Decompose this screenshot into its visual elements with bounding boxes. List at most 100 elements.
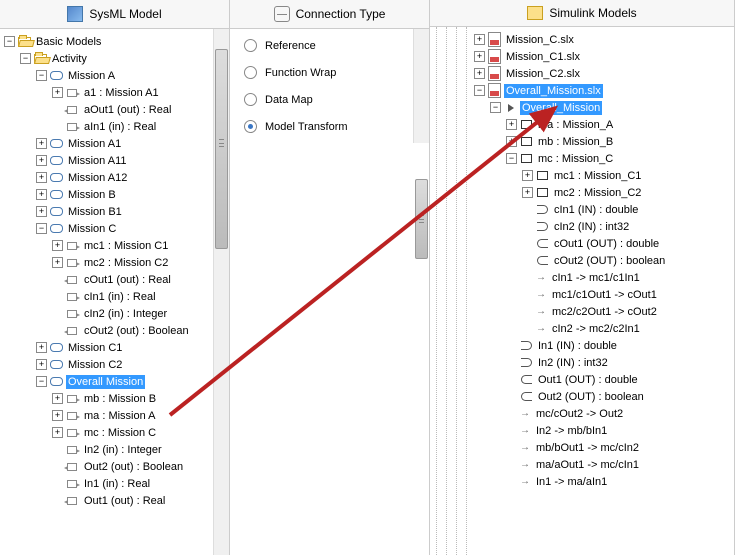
expand-icon[interactable]: +	[52, 410, 63, 421]
node-label[interactable]: cOut1 (OUT) : double	[552, 237, 661, 251]
node-label[interactable]: In1 (IN) : double	[536, 339, 619, 353]
tree-node[interactable]: +mc1 : Mission_C1	[474, 167, 734, 184]
expand-icon[interactable]: +	[36, 155, 47, 166]
expand-icon[interactable]: +	[474, 34, 485, 45]
tree-node[interactable]: →mc1/c1Out1 -> cOut1	[474, 286, 734, 303]
node-label[interactable]: Overall_Mission.slx	[504, 84, 603, 98]
tree-node[interactable]: Out2 (OUT) : boolean	[474, 388, 734, 405]
expand-icon[interactable]: +	[36, 342, 47, 353]
node-label[interactable]: Mission A	[66, 69, 117, 83]
tree-node[interactable]: −Activity	[4, 50, 229, 67]
node-label[interactable]: cIn2 -> mc2/c2In1	[550, 322, 642, 336]
tree-node[interactable]: →mc/cOut2 -> Out2	[474, 405, 734, 422]
expand-icon[interactable]: +	[522, 187, 533, 198]
tree-node[interactable]: →cIn2 -> mc2/c2In1	[474, 320, 734, 337]
tree-node[interactable]: →In2 -> mb/bIn1	[474, 422, 734, 439]
tree-node[interactable]: →In1 -> ma/aIn1	[474, 473, 734, 490]
expand-icon[interactable]: +	[52, 393, 63, 404]
tree-node[interactable]: aOut1 (out) : Real	[4, 101, 229, 118]
radio-icon[interactable]	[244, 120, 257, 133]
simulink-tree-body[interactable]: +Mission_C.slx+Mission_C1.slx+Mission_C2…	[430, 27, 734, 555]
radio-option[interactable]: Reference	[244, 39, 415, 52]
node-label[interactable]: Out2 (OUT) : boolean	[536, 390, 646, 404]
tree-node[interactable]: cIn1 (in) : Real	[4, 288, 229, 305]
radio-option[interactable]: Function Wrap	[244, 66, 415, 79]
tree-node[interactable]: cOut2 (OUT) : boolean	[474, 252, 734, 269]
tree-node[interactable]: + ma : Mission A	[4, 407, 229, 424]
tree-node[interactable]: + mc1 : Mission C1	[4, 237, 229, 254]
node-label[interactable]: a1 : Mission A1	[82, 86, 161, 100]
node-label[interactable]: In2 -> mb/bIn1	[534, 424, 609, 438]
node-label[interactable]: mb : Mission B	[82, 392, 158, 406]
node-label[interactable]: Mission A11	[66, 154, 129, 168]
node-label[interactable]: ma : Mission A	[82, 409, 158, 423]
node-label[interactable]: aIn1 (in) : Real	[82, 120, 158, 134]
tree-node[interactable]: +Mission_C1.slx	[474, 48, 734, 65]
expand-icon[interactable]: +	[474, 68, 485, 79]
tree-node[interactable]: cOut2 (out) : Boolean	[4, 322, 229, 339]
tree-node[interactable]: cIn1 (IN) : double	[474, 201, 734, 218]
expand-icon[interactable]: +	[36, 206, 47, 217]
tree-node[interactable]: →mb/bOut1 -> mc/cIn2	[474, 439, 734, 456]
collapse-icon[interactable]: −	[36, 376, 47, 387]
node-label[interactable]: Out1 (out) : Real	[82, 494, 167, 508]
expand-icon[interactable]: +	[52, 240, 63, 251]
node-label[interactable]: Mission_C2.slx	[504, 67, 582, 81]
tree-node[interactable]: +ma : Mission_A	[474, 116, 734, 133]
tree-node[interactable]: + a1 : Mission A1	[4, 84, 229, 101]
collapse-icon[interactable]: −	[474, 85, 485, 96]
node-label[interactable]: Overall_Mission	[520, 101, 602, 115]
collapse-icon[interactable]: −	[506, 153, 517, 164]
tree-node[interactable]: + Mission A12	[4, 169, 229, 186]
node-label[interactable]: Out2 (out) : Boolean	[82, 460, 185, 474]
tree-node[interactable]: aIn1 (in) : Real	[4, 118, 229, 135]
expand-icon[interactable]: +	[36, 189, 47, 200]
tree-node[interactable]: →ma/aOut1 -> mc/cIn1	[474, 456, 734, 473]
tree-node[interactable]: +Mission A1	[4, 135, 229, 152]
expand-icon[interactable]: +	[36, 138, 47, 149]
tree-node[interactable]: Out2 (out) : Boolean	[4, 458, 229, 475]
tree-node[interactable]: Out1 (OUT) : double	[474, 371, 734, 388]
node-label[interactable]: cIn1 (IN) : double	[552, 203, 640, 217]
tree-node[interactable]: →mc2/c2Out1 -> cOut2	[474, 303, 734, 320]
node-label[interactable]: Mission A12	[66, 171, 129, 185]
expand-icon[interactable]: +	[52, 257, 63, 268]
tree-node[interactable]: cIn2 (IN) : int32	[474, 218, 734, 235]
tree-node[interactable]: − Overall Mission	[4, 373, 229, 390]
radio-option[interactable]: Data Map	[244, 93, 415, 106]
node-label[interactable]: Overall Mission	[66, 375, 145, 389]
tree-node[interactable]: + Mission C1	[4, 339, 229, 356]
node-label[interactable]: cOut1 (out) : Real	[82, 273, 173, 287]
tree-node[interactable]: + Mission A11	[4, 152, 229, 169]
sysml-scrollbar[interactable]	[213, 29, 229, 555]
tree-node[interactable]: − Overall_Mission.slx	[474, 82, 734, 99]
node-label[interactable]: mc2 : Mission_C2	[552, 186, 643, 200]
expand-icon[interactable]: +	[36, 359, 47, 370]
tree-node[interactable]: + Mission_C2.slx	[474, 65, 734, 82]
collapse-icon[interactable]: −	[20, 53, 31, 64]
tree-node[interactable]: →cIn1 -> mc1/c1In1	[474, 269, 734, 286]
node-label[interactable]: In2 (IN) : int32	[536, 356, 610, 370]
scroll-thumb[interactable]	[415, 179, 428, 259]
node-label[interactable]: mb/bOut1 -> mc/cIn2	[534, 441, 641, 455]
node-label[interactable]: mc : Mission C	[82, 426, 158, 440]
tree-node[interactable]: cOut1 (out) : Real	[4, 271, 229, 288]
collapse-icon[interactable]: −	[4, 36, 15, 47]
sysml-tree-body[interactable]: −Basic Models−Activity−Mission A+a1 : Mi…	[0, 29, 229, 555]
node-label[interactable]: Mission C2	[66, 358, 124, 372]
expand-icon[interactable]: +	[52, 87, 63, 98]
tree-node[interactable]: + mc2 : Mission_C2	[474, 184, 734, 201]
node-label[interactable]: aOut1 (out) : Real	[82, 103, 173, 117]
node-label[interactable]: mc1 : Mission C1	[82, 239, 170, 253]
node-label[interactable]: In1 -> ma/aIn1	[534, 475, 609, 489]
tree-node[interactable]: + Mission C2	[4, 356, 229, 373]
tree-node[interactable]: + mb : Mission B	[4, 390, 229, 407]
node-label[interactable]: In2 (in) : Integer	[82, 443, 164, 457]
expand-icon[interactable]: +	[52, 427, 63, 438]
expand-icon[interactable]: +	[36, 172, 47, 183]
node-label[interactable]: cIn2 (IN) : int32	[552, 220, 631, 234]
tree-node[interactable]: In2 (in) : Integer	[4, 441, 229, 458]
tree-node[interactable]: +mc2 : Mission C2	[4, 254, 229, 271]
node-label[interactable]: Mission C1	[66, 341, 124, 355]
collapse-icon[interactable]: −	[36, 223, 47, 234]
